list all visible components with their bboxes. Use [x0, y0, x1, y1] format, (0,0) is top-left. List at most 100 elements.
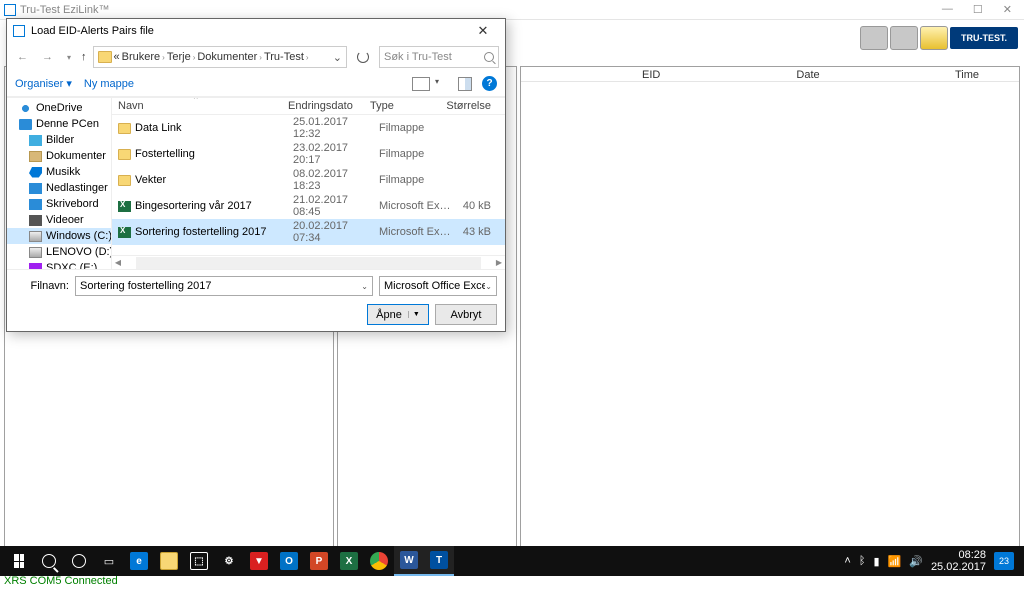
tree-item-icon [29, 183, 42, 194]
tree-item[interactable]: Skrivebord [7, 196, 111, 212]
tree-item[interactable]: OneDrive [7, 100, 111, 116]
col-name[interactable]: Navn [118, 100, 288, 112]
search-input[interactable]: Søk i Tru-Test [379, 46, 499, 68]
minimize-button[interactable]: — [942, 3, 953, 16]
tree-item-icon [19, 119, 32, 130]
file-type: Microsoft Excel 97... [379, 200, 455, 212]
device-icon-2[interactable] [890, 26, 918, 50]
file-date: 20.02.2017 07:34 [293, 220, 375, 244]
explorer-icon[interactable] [154, 546, 184, 576]
help-button[interactable]: ? [482, 76, 497, 91]
window-controls: — ☐ ✕ [942, 3, 1020, 16]
tree-item[interactable]: Musikk [7, 164, 111, 180]
outlook-icon[interactable]: O [274, 546, 304, 576]
file-row[interactable]: Vekter08.02.2017 18:23Filmappe [112, 167, 505, 193]
tree-item-label: LENOVO (D:) [46, 246, 112, 258]
file-row[interactable]: Sortering fostertelling 201720.02.2017 0… [112, 219, 505, 245]
file-name: Fostertelling [135, 148, 289, 160]
file-list-header[interactable]: Navn Endringsdato Type Størrelse [112, 98, 505, 115]
tree-item[interactable]: Nedlastinger [7, 180, 111, 196]
tree-item-icon [29, 199, 42, 210]
connection-status: XRS COM5 Connected [4, 575, 1020, 587]
tree-item-icon [29, 135, 42, 146]
tree-item[interactable]: Windows (C:) [7, 228, 111, 244]
battery-icon[interactable]: ▮ [873, 555, 879, 568]
tree-item-label: Skrivebord [46, 198, 99, 210]
device-icon-3[interactable] [920, 26, 948, 50]
cortana-icon[interactable] [64, 546, 94, 576]
right-panel-headers: EID Date Time [521, 67, 1019, 82]
file-date: 08.02.2017 18:23 [293, 168, 375, 192]
file-row[interactable]: Bingesortering vår 201721.02.2017 08:45M… [112, 193, 505, 219]
chrome-icon[interactable] [364, 546, 394, 576]
file-type: Microsoft Excel 97... [379, 226, 455, 238]
refresh-button[interactable] [357, 51, 369, 63]
volume-icon[interactable]: 🔊 [909, 555, 923, 568]
settings-icon[interactable]: ⚙ [214, 546, 244, 576]
maximize-button[interactable]: ☐ [973, 3, 983, 16]
file-type-filter[interactable]: Microsoft Office Excel Files(*.xls ⌄ [379, 276, 497, 296]
dialog-icon [13, 25, 25, 37]
col-type[interactable]: Type [370, 100, 446, 112]
file-row[interactable]: Data Link25.01.2017 12:32Filmappe [112, 115, 505, 141]
edge-icon[interactable]: e [124, 546, 154, 576]
tree-item[interactable]: Denne PCen [7, 116, 111, 132]
tree-item-label: Videoer [46, 214, 84, 226]
notification-center[interactable]: 23 [994, 552, 1014, 570]
filename-input[interactable]: Sortering fostertelling 2017 ⌄ [75, 276, 373, 296]
ezilink-taskbar-icon[interactable]: T [424, 546, 454, 576]
tree-item[interactable]: Videoer [7, 212, 111, 228]
tree-item[interactable]: Dokumenter [7, 148, 111, 164]
file-icon [118, 201, 131, 212]
tray-up-icon[interactable]: ˄ [844, 555, 850, 567]
preview-toggle[interactable] [458, 77, 472, 91]
cancel-button[interactable]: Avbryt [435, 304, 497, 325]
up-button[interactable]: ↑ [81, 51, 87, 63]
tree-item-icon [29, 247, 42, 258]
dialog-close-button[interactable]: ✕ [467, 23, 499, 39]
file-icon [118, 149, 131, 160]
taskbar-search[interactable] [34, 546, 64, 576]
horizontal-scrollbar[interactable]: ◀▶ [112, 255, 505, 269]
tree-item[interactable]: LENOVO (D:) [7, 244, 111, 260]
open-button[interactable]: Åpne▼ [367, 304, 429, 325]
store-icon[interactable]: ⬚ [184, 546, 214, 576]
file-row[interactable]: Fostertelling23.02.2017 20:17Filmappe [112, 141, 505, 167]
col-date: Date [690, 69, 849, 81]
tree-item-label: Windows (C:) [46, 230, 112, 242]
new-folder-button[interactable]: Ny mappe [84, 78, 134, 90]
tree-item-label: Nedlastinger [46, 182, 108, 194]
tree-item[interactable]: SDXC (E:) [7, 260, 111, 269]
file-name: Data Link [135, 122, 289, 134]
clock[interactable]: 08:28 25.02.2017 [931, 549, 986, 573]
organize-menu[interactable]: Organiser ▾ [15, 77, 72, 90]
app-icon [4, 4, 16, 16]
col-time: Time [850, 69, 1009, 81]
recent-dropdown[interactable]: ▾ [63, 53, 75, 62]
word-icon[interactable]: W [394, 546, 424, 576]
start-button[interactable] [4, 546, 34, 576]
col-modified[interactable]: Endringsdato [288, 100, 370, 112]
search-icon [484, 52, 494, 62]
task-view[interactable]: ▭ [94, 546, 124, 576]
brand-logo: TRU-TEST. [950, 27, 1018, 49]
app-title: Tru-Test EziLink™ [20, 4, 109, 16]
forward-button[interactable]: → [38, 51, 57, 63]
filename-label: Filnavn: [15, 280, 69, 292]
back-button[interactable]: ← [13, 51, 32, 63]
view-menu[interactable] [412, 77, 430, 91]
tree-item[interactable]: Bilder [7, 132, 111, 148]
right-panel: EID Date Time [520, 66, 1020, 561]
dialog-title: Load EID-Alerts Pairs file [31, 25, 154, 37]
powerpoint-icon[interactable]: P [304, 546, 334, 576]
tree-item-label: Bilder [46, 134, 74, 146]
antivirus-icon[interactable]: ▼ [244, 546, 274, 576]
device-icon-1[interactable] [860, 26, 888, 50]
close-button[interactable]: ✕ [1003, 3, 1012, 16]
excel-icon[interactable]: X [334, 546, 364, 576]
breadcrumb[interactable]: « Brukere› Terje› Dokumenter› Tru-Test› … [93, 46, 347, 68]
col-size[interactable]: Størrelse [446, 100, 499, 112]
tree-item-label: OneDrive [36, 102, 82, 114]
wifi-icon[interactable]: 📶 [888, 555, 902, 568]
bluetooth-icon[interactable]: ᛒ [859, 555, 866, 567]
